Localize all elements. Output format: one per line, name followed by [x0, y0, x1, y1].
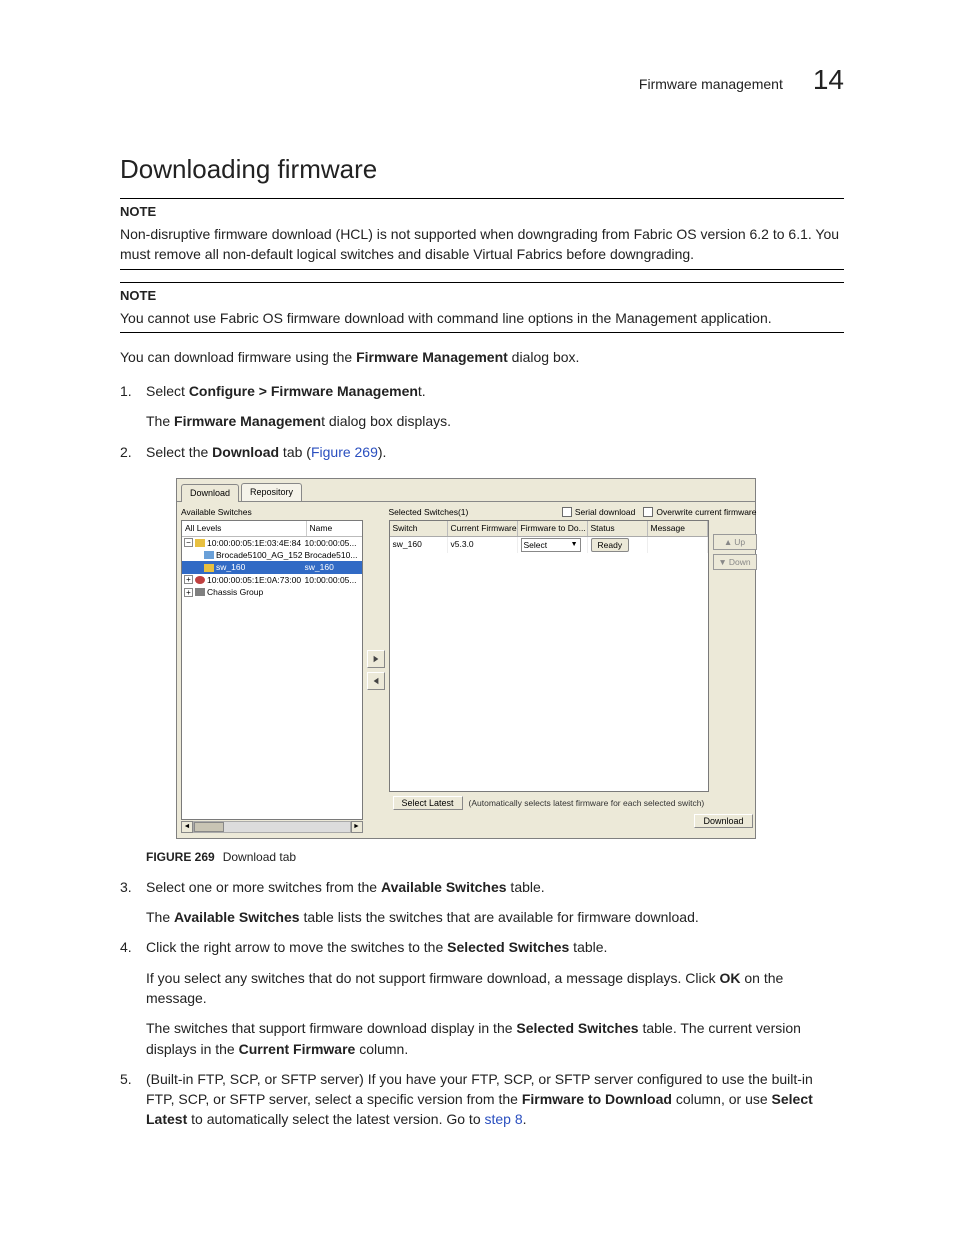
switch-icon: [204, 551, 214, 559]
scroll-right-icon[interactable]: ►: [351, 821, 363, 833]
step-4: 4. Click the right arrow to move the swi…: [120, 937, 844, 1058]
selected-switches-label: Selected Switches(1): [389, 506, 469, 518]
intro-paragraph: You can download firmware using the Firm…: [120, 347, 844, 367]
rule: [120, 332, 844, 333]
col-status[interactable]: Status: [588, 521, 648, 535]
up-button[interactable]: ▲Up: [713, 534, 757, 550]
tree-row[interactable]: −10:00:00:05:1E:03:4E:84 10:00:00:05...: [182, 537, 362, 549]
chassis-icon: [195, 588, 205, 596]
checkbox-icon: [643, 507, 653, 517]
scroll-thumb[interactable]: [194, 822, 224, 832]
expand-icon[interactable]: +: [184, 575, 193, 584]
section-name: Firmware management: [639, 74, 783, 94]
tab-bar: Download Repository: [177, 479, 755, 501]
step-5: 5. (Built-in FTP, SCP, or SFTP server) I…: [120, 1069, 844, 1130]
rule: [120, 282, 844, 283]
tab-repository[interactable]: Repository: [241, 483, 302, 501]
horizontal-scrollbar[interactable]: ◄ ►: [181, 820, 363, 834]
note-label: NOTE: [120, 203, 844, 222]
triangle-up-icon: ▲: [724, 536, 732, 548]
chapter-number: 14: [813, 60, 844, 101]
tab-download[interactable]: Download: [181, 484, 239, 502]
switch-icon: [204, 564, 214, 572]
status-badge: Ready: [591, 538, 630, 552]
overwrite-firmware-checkbox[interactable]: Overwrite current firmware: [643, 506, 756, 518]
rule: [120, 269, 844, 270]
triangle-left-icon: [372, 677, 380, 685]
tree-row-selected[interactable]: sw_160 sw_160: [182, 561, 362, 573]
scroll-left-icon[interactable]: ◄: [181, 821, 193, 833]
checkbox-icon: [562, 507, 572, 517]
col-switch[interactable]: Switch: [390, 521, 448, 535]
chevron-down-icon: ▼: [571, 540, 578, 550]
fabric-icon: [195, 539, 205, 547]
select-latest-button[interactable]: Select Latest: [393, 796, 463, 810]
serial-download-checkbox[interactable]: Serial download: [562, 506, 635, 518]
tree-row[interactable]: +Chassis Group: [182, 586, 362, 598]
table-row[interactable]: sw_160 v5.3.0 Select▼ Ready: [390, 537, 708, 553]
figure-caption: FIGURE 269Download tab: [146, 849, 844, 866]
note-body: You cannot use Fabric OS firmware downlo…: [120, 308, 844, 328]
col-message[interactable]: Message: [648, 521, 708, 535]
tree-row[interactable]: +10:00:00:05:1E:0A:73:00 10:00:00:05...: [182, 574, 362, 586]
step-2: 2. Select the Download tab (Figure 269).…: [120, 442, 844, 867]
col-fw-to-download[interactable]: Firmware to Do...: [518, 521, 588, 535]
tree-col-levels[interactable]: All Levels: [182, 521, 307, 535]
move-left-button[interactable]: [367, 672, 385, 690]
available-switches-tree[interactable]: All Levels Name −10:00:00:05:1E:03:4E:84…: [181, 520, 363, 820]
col-current-fw[interactable]: Current Firmware: [448, 521, 518, 535]
step-link[interactable]: step 8: [485, 1111, 523, 1127]
step-3: 3. Select one or more switches from the …: [120, 877, 844, 928]
firmware-dialog: Download Repository Available Switches A…: [176, 478, 756, 839]
firmware-select-dropdown[interactable]: Select▼: [521, 538, 581, 552]
figure-link[interactable]: Figure 269: [311, 444, 378, 460]
note-body: Non-disruptive firmware download (HCL) i…: [120, 224, 844, 265]
down-button[interactable]: ▼Down: [713, 554, 757, 570]
step-1: 1. Select Configure > Firmware Managemen…: [120, 381, 844, 432]
triangle-down-icon: ▼: [718, 556, 726, 568]
download-button[interactable]: Download: [694, 814, 752, 828]
running-header: Firmware management 14: [120, 60, 844, 101]
tree-col-name[interactable]: Name: [307, 521, 362, 535]
steps-list: 1. Select Configure > Firmware Managemen…: [120, 381, 844, 1130]
move-right-button[interactable]: [367, 650, 385, 668]
error-icon: [195, 576, 205, 584]
note-label: NOTE: [120, 287, 844, 306]
available-switches-label: Available Switches: [181, 506, 363, 518]
select-latest-hint: (Automatically selects latest firmware f…: [469, 797, 705, 809]
page-title: Downloading firmware: [120, 151, 844, 189]
expand-icon[interactable]: +: [184, 588, 193, 597]
tree-row[interactable]: Brocade5100_AG_152 Brocade510...: [182, 549, 362, 561]
collapse-icon[interactable]: −: [184, 538, 193, 547]
triangle-right-icon: [372, 655, 380, 663]
selected-switches-table[interactable]: Switch Current Firmware Firmware to Do..…: [389, 520, 709, 792]
rule: [120, 198, 844, 199]
